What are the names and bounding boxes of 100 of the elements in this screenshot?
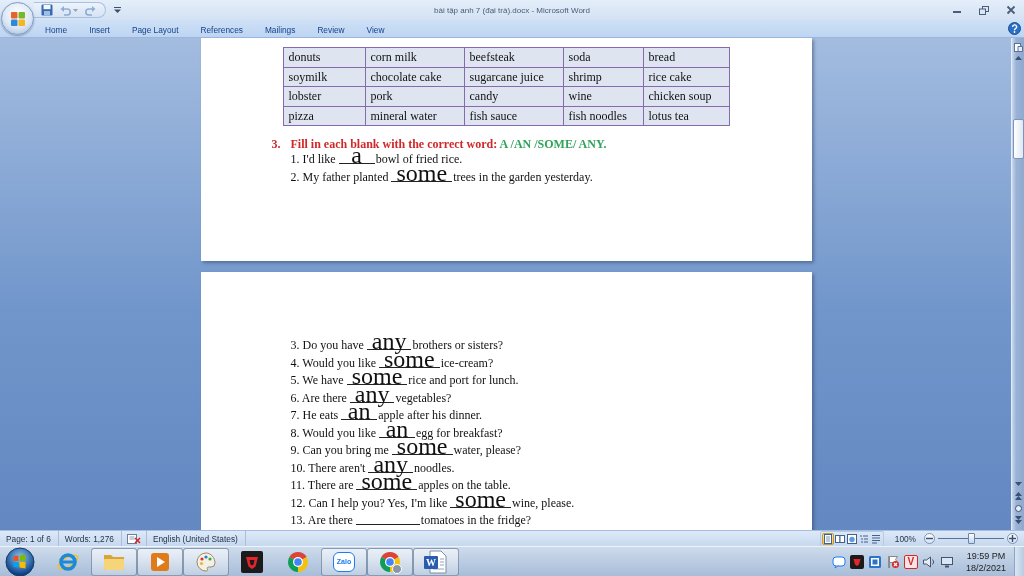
ribbon-tab[interactable]: References <box>189 21 254 37</box>
clock-date: 18/2/2021 <box>965 561 1006 574</box>
save-button[interactable] <box>39 3 55 17</box>
tray-button[interactable] <box>849 554 864 569</box>
letter-tile: W <box>424 555 438 569</box>
exercise-text: 5. We have <box>290 373 344 387</box>
browser-logo-icon <box>286 549 310 574</box>
double-down-arrow-icon <box>1014 516 1022 524</box>
exercise-text: 2. My father planted <box>290 169 389 184</box>
ribbon-tab[interactable]: Home <box>34 21 79 37</box>
fill-in-line: an <box>341 403 378 420</box>
exercise-text: 7. He eats <box>290 408 339 422</box>
browser-logo-icon <box>378 549 402 574</box>
exercise-text: 1. I'd like <box>290 152 336 166</box>
up-arrow-icon <box>1014 56 1022 60</box>
table-cell: pizza <box>283 106 365 126</box>
ribbon-tab[interactable]: Page Layout <box>120 21 190 37</box>
plus-icon <box>1009 535 1016 542</box>
view-button[interactable] <box>845 532 858 545</box>
emblem-icon <box>240 549 264 574</box>
ribbon-tab[interactable]: View <box>355 21 396 37</box>
tray-button[interactable] <box>885 554 900 569</box>
ribbon-tab[interactable]: Mailings <box>253 21 307 37</box>
monitor-icon <box>939 554 954 569</box>
zoom-in-button[interactable] <box>1007 533 1018 544</box>
exercise-text: wine, please. <box>512 495 575 510</box>
browse-object-button[interactable] <box>1012 502 1024 514</box>
four-squares-logo-icon <box>9 10 26 27</box>
exercise-text: trees in the garden yesterday. <box>453 169 593 184</box>
down-arrow-icon <box>1014 482 1022 486</box>
help-icon <box>1008 22 1021 35</box>
exercise-text: water, please? <box>453 443 521 457</box>
fill-in-line: some <box>391 164 453 182</box>
exercise-text: 4. Would you like <box>290 355 376 370</box>
open-book-icon <box>834 533 845 544</box>
window-title: bài tập anh 7 (đại trà).docx - Microsoft Word <box>434 5 590 15</box>
ribbon-tab[interactable]: Insert <box>78 21 121 37</box>
taskbar-button[interactable]: W <box>413 547 459 576</box>
exercise-text: vegetables? <box>395 390 452 405</box>
exercise-text: tomatoes in the fridge? <box>420 513 532 527</box>
exercise-text: apple after his dinner. <box>378 408 483 422</box>
tray-button[interactable] <box>939 554 954 569</box>
close-icon <box>1005 5 1016 15</box>
redo-icon <box>85 4 96 16</box>
previous-page-button[interactable] <box>1012 490 1024 502</box>
scrollbar-thumb[interactable] <box>1012 119 1024 159</box>
outline-list-icon <box>858 533 869 544</box>
fill-in-line: some <box>346 368 408 385</box>
globe-page-icon <box>846 533 857 544</box>
exercise-text: 9. Can you bring me <box>290 443 389 457</box>
list-number: 3. <box>271 137 282 151</box>
app-square-icon <box>867 554 882 569</box>
help-button[interactable] <box>1008 22 1021 35</box>
exercise-text: 8. Would you like <box>290 425 376 440</box>
zoom-level-button[interactable]: 100% <box>892 533 918 544</box>
exercise-text: 3. Do you have <box>290 338 364 352</box>
minus-icon <box>926 535 933 542</box>
table-cell: soda <box>563 47 643 67</box>
double-up-arrow-icon <box>1014 492 1022 500</box>
zoom-slider[interactable] <box>938 534 1004 543</box>
book-x-icon <box>126 532 141 545</box>
caret-icon <box>73 8 78 12</box>
page-icon <box>822 533 833 544</box>
restore-icon <box>978 5 989 15</box>
next-page-button[interactable] <box>1012 514 1024 526</box>
table-cell: soymilk <box>283 67 365 87</box>
exercise-text: ice-cream? <box>440 355 494 370</box>
exercise-text: egg for breakfast? <box>416 425 503 440</box>
exercise-text: rice and port for lunch. <box>408 373 519 387</box>
zoom-slider-thumb[interactable] <box>967 533 975 544</box>
clock-time: 19:59 PM <box>966 549 1006 562</box>
clock-button[interactable]: 19:59 PM 18/2/2021 <box>963 549 1008 574</box>
chat-bubble-icon <box>831 554 846 569</box>
four-pane-logo-icon <box>5 546 35 576</box>
view-button[interactable] <box>869 532 882 545</box>
exercise-text: 13. Are there <box>290 513 353 527</box>
exercise-text: noodles. <box>414 460 455 475</box>
caret-icon <box>114 7 121 13</box>
table-cell: beefsteak <box>464 47 563 67</box>
flag-icon <box>885 554 900 569</box>
exercise-text: 10. There aren't <box>290 460 366 475</box>
view-button[interactable] <box>821 532 834 545</box>
exercise-text: 12. Can I help you? Yes, I'm like <box>290 495 448 510</box>
fill-in-line: a <box>338 147 375 164</box>
undo-icon <box>60 4 71 16</box>
text-lines-icon <box>870 533 881 544</box>
table-cell: corn milk <box>365 47 464 67</box>
fill-in-line: some <box>450 490 511 508</box>
exercise-text: apples on the table. <box>418 478 511 492</box>
emblem-icon <box>849 554 864 569</box>
table-cell: lobster <box>283 86 365 106</box>
exercise-text: 11. There are <box>290 478 354 492</box>
speaker-icon <box>921 554 936 569</box>
tray-button[interactable] <box>921 554 936 569</box>
view-button[interactable] <box>833 532 846 545</box>
letter-tile[interactable]: V <box>903 554 918 569</box>
exercise-text: bowl of fried rice. <box>375 152 463 166</box>
zoom-out-button[interactable] <box>924 533 935 544</box>
ribbon-tab[interactable]: Review <box>306 21 356 37</box>
exercise-text: 6. Are there <box>290 390 347 405</box>
